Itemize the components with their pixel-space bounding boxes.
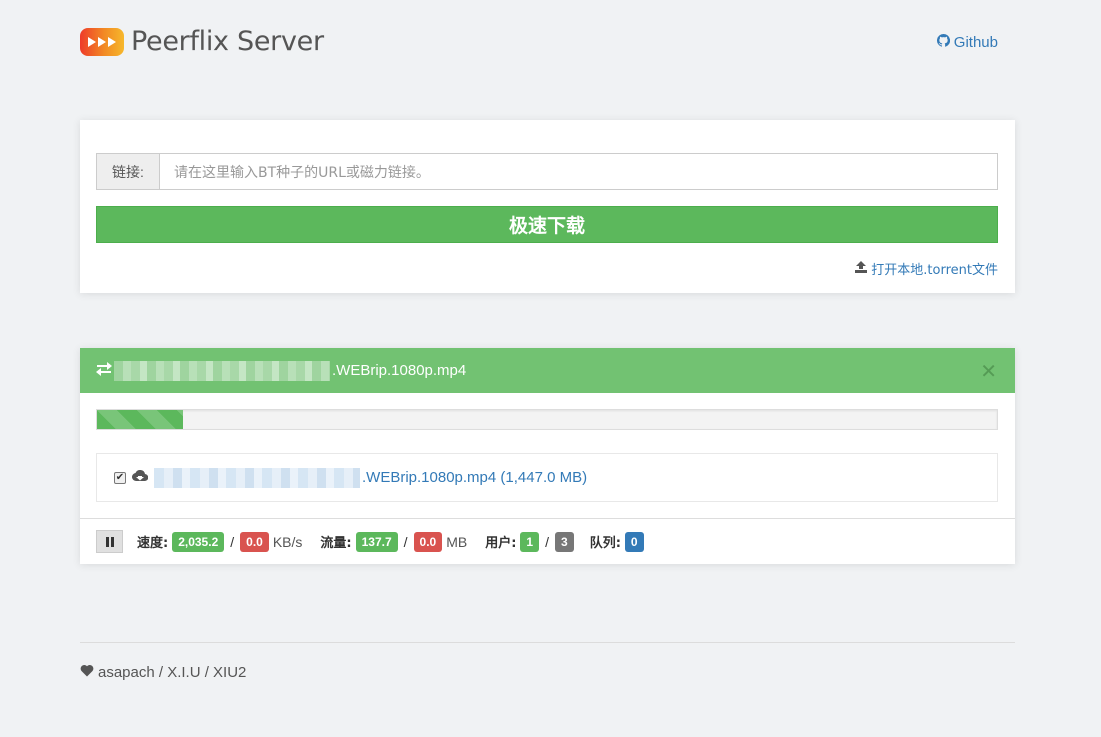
file-select-checkbox[interactable]: ✔: [114, 471, 126, 484]
stats-bar: 速度: 2,035.2 / 0.0 KB/s 流量: 137.7 / 0.0 M…: [80, 518, 1015, 564]
users-label: 用户:: [485, 536, 517, 551]
file-list-item: ✔ .WEBrip.1080p.mp4 (1,447.0 MB): [96, 453, 998, 502]
redacted-title-image: [114, 360, 330, 381]
uploaded-badge: 0.0: [413, 531, 443, 552]
speed-separator: /: [230, 533, 235, 550]
torrent-title: .WEBrip.1080p.mp4: [332, 362, 467, 379]
torrent-header: .WEBrip.1080p.mp4 ✕: [80, 348, 1015, 393]
pause-button[interactable]: [96, 530, 123, 553]
link-input-group: 链接: 请在这里输入BT种子的URL或磁力链接。: [96, 153, 998, 190]
traffic-unit: MB: [446, 533, 468, 550]
page-header: Peerflix Server Github: [80, 24, 1015, 64]
download-progress: [96, 409, 998, 430]
footer: asapach / X.I.U / XIU2: [80, 664, 246, 681]
github-icon: [936, 33, 950, 51]
transfer-icon: [96, 361, 112, 380]
peerflix-logo-icon: [80, 28, 124, 56]
file-name: .WEBrip.1080p.mp4: [362, 469, 497, 486]
open-local-torrent-link[interactable]: 打开本地.torrent文件: [855, 259, 998, 278]
queue-label: 队列:: [589, 536, 621, 551]
heart-icon: [80, 664, 94, 681]
github-label: Github: [953, 34, 998, 51]
traffic-label: 流量:: [320, 536, 352, 551]
footer-divider: [80, 642, 1015, 643]
users-separator: /: [545, 533, 549, 550]
upload-speed-badge: 0.0: [240, 531, 269, 552]
close-icon[interactable]: ✕: [980, 359, 997, 384]
link-label: 链接:: [96, 153, 159, 190]
open-torrent-label: 打开本地.torrent文件: [871, 263, 998, 278]
torrent-card: .WEBrip.1080p.mp4 ✕ ✔ .WEBrip.1080p.mp4 …: [80, 348, 1015, 564]
upload-icon: [855, 260, 868, 277]
link-input[interactable]: 请在这里输入BT种子的URL或磁力链接。: [159, 153, 998, 190]
pause-icon: [105, 534, 115, 550]
cloud-download-icon: [131, 469, 149, 486]
total-users-badge: 3: [555, 531, 574, 552]
active-users-badge: 1: [520, 531, 540, 552]
download-button[interactable]: 极速下载: [96, 206, 998, 243]
github-link[interactable]: Github: [936, 33, 998, 51]
queue-badge: 0: [624, 531, 644, 552]
file-link[interactable]: .WEBrip.1080p.mp4 (1,447.0 MB): [362, 469, 587, 486]
traffic-separator: /: [403, 533, 408, 550]
speed-label: 速度:: [137, 536, 169, 551]
download-speed-badge: 2,035.2: [172, 531, 225, 552]
redacted-filename-image: [154, 467, 360, 488]
footer-credits: asapach / X.I.U / XIU2: [98, 664, 247, 681]
add-torrent-card: 链接: 请在这里输入BT种子的URL或磁力链接。 极速下载 打开本地.torre…: [80, 120, 1015, 293]
brand-title: Peerflix Server: [131, 26, 324, 57]
file-size: (1,447.0 MB): [500, 469, 588, 486]
speed-unit: KB/s: [272, 533, 303, 550]
progress-fill: [97, 410, 184, 429]
downloaded-badge: 137.7: [355, 531, 398, 552]
